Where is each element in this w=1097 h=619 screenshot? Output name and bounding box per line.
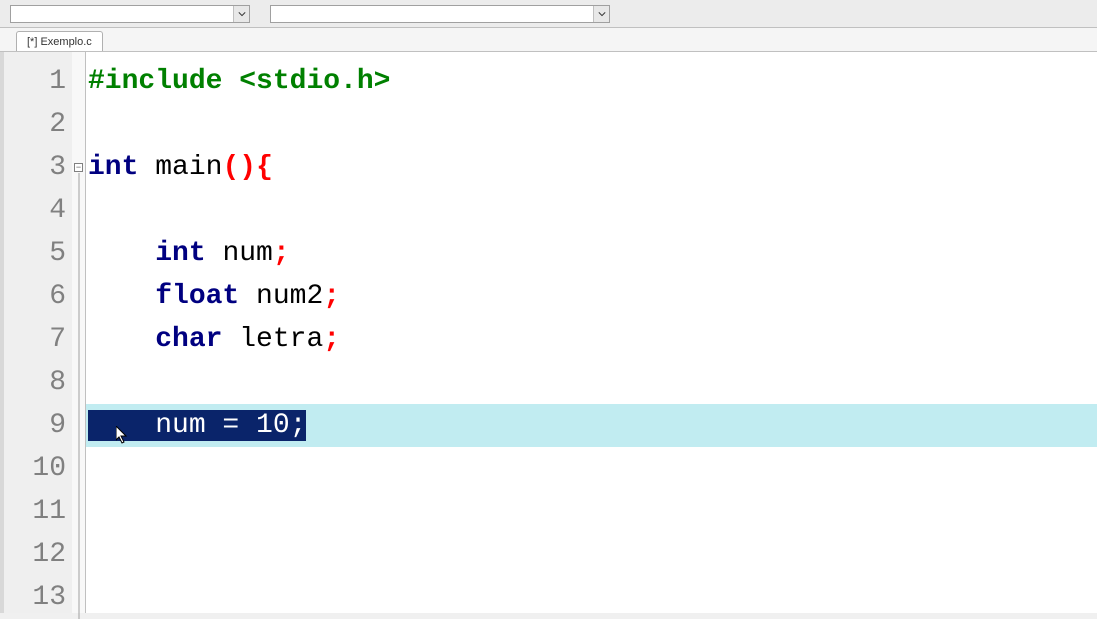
file-tab-exemplo[interactable]: [*] Exemplo.c <box>16 31 103 51</box>
code-line[interactable]: int num; <box>86 232 1097 275</box>
fold-cell <box>72 490 85 533</box>
token-preproc: #include <box>88 66 239 97</box>
token-punct: () <box>222 152 256 183</box>
fold-cell: − <box>72 146 85 189</box>
fold-cell <box>72 275 85 318</box>
code-line[interactable] <box>86 189 1097 232</box>
token-type: int <box>88 152 138 183</box>
code-editor[interactable]: 12345678910111213 − #include <stdio.h>in… <box>0 52 1097 613</box>
token-type: int <box>155 238 205 269</box>
line-number: 8 <box>4 361 72 404</box>
token-punct: { <box>256 152 273 183</box>
token-punct: ; <box>273 238 290 269</box>
code-line[interactable] <box>86 103 1097 146</box>
line-number: 10 <box>4 447 72 490</box>
token-ident: num2 <box>256 281 323 312</box>
fold-column: − <box>72 52 86 613</box>
code-line[interactable] <box>86 361 1097 404</box>
toolbar <box>0 0 1097 28</box>
line-number: 1 <box>4 60 72 103</box>
fold-cell <box>72 103 85 146</box>
code-line[interactable]: char letra; <box>86 318 1097 361</box>
mouse-cursor-icon <box>116 426 130 446</box>
line-number-gutter: 12345678910111213 <box>4 52 72 613</box>
fold-cell <box>72 60 85 103</box>
token-ident <box>88 281 155 312</box>
line-number: 12 <box>4 533 72 576</box>
token-ident: letra <box>239 324 323 355</box>
fold-toggle-icon[interactable]: − <box>74 163 83 172</box>
line-number: 5 <box>4 232 72 275</box>
chevron-down-icon <box>233 6 249 22</box>
tab-label: [*] Exemplo.c <box>27 36 92 48</box>
line-number: 11 <box>4 490 72 533</box>
fold-cell <box>72 318 85 361</box>
tab-bar: [*] Exemplo.c <box>0 28 1097 52</box>
token-ident <box>222 324 239 355</box>
symbol-scope-combo[interactable] <box>10 5 250 23</box>
token-type: float <box>155 281 239 312</box>
fold-cell <box>72 189 85 232</box>
line-number: 3 <box>4 146 72 189</box>
token-ident <box>88 324 155 355</box>
code-line[interactable] <box>86 490 1097 533</box>
token-ident <box>206 238 223 269</box>
line-number: 2 <box>4 103 72 146</box>
fold-cell <box>72 533 85 576</box>
code-line[interactable] <box>86 447 1097 490</box>
token-ident: num <box>222 238 272 269</box>
fold-cell <box>72 404 85 447</box>
line-number: 9 <box>4 404 72 447</box>
fold-cell <box>72 232 85 275</box>
token-type: char <box>155 324 222 355</box>
token-ident: main <box>155 152 222 183</box>
token-ident <box>88 238 155 269</box>
fold-cell <box>72 361 85 404</box>
token-punct: ; <box>323 324 340 355</box>
fold-cell <box>72 447 85 490</box>
code-line[interactable]: #include <stdio.h> <box>86 60 1097 103</box>
symbol-function-combo[interactable] <box>270 5 610 23</box>
line-number: 7 <box>4 318 72 361</box>
code-line[interactable]: int main(){ <box>86 146 1097 189</box>
code-line[interactable]: num = 10; <box>86 404 1097 447</box>
token-preproc: <stdio.h> <box>239 66 390 97</box>
code-line[interactable] <box>86 533 1097 576</box>
code-text-area[interactable]: #include <stdio.h> int main(){ int num; f… <box>86 52 1097 613</box>
token-ident <box>239 281 256 312</box>
line-number: 4 <box>4 189 72 232</box>
line-number: 6 <box>4 275 72 318</box>
token-ident <box>138 152 155 183</box>
token-punct: ; <box>323 281 340 312</box>
chevron-down-icon <box>593 6 609 22</box>
code-line[interactable]: float num2; <box>86 275 1097 318</box>
